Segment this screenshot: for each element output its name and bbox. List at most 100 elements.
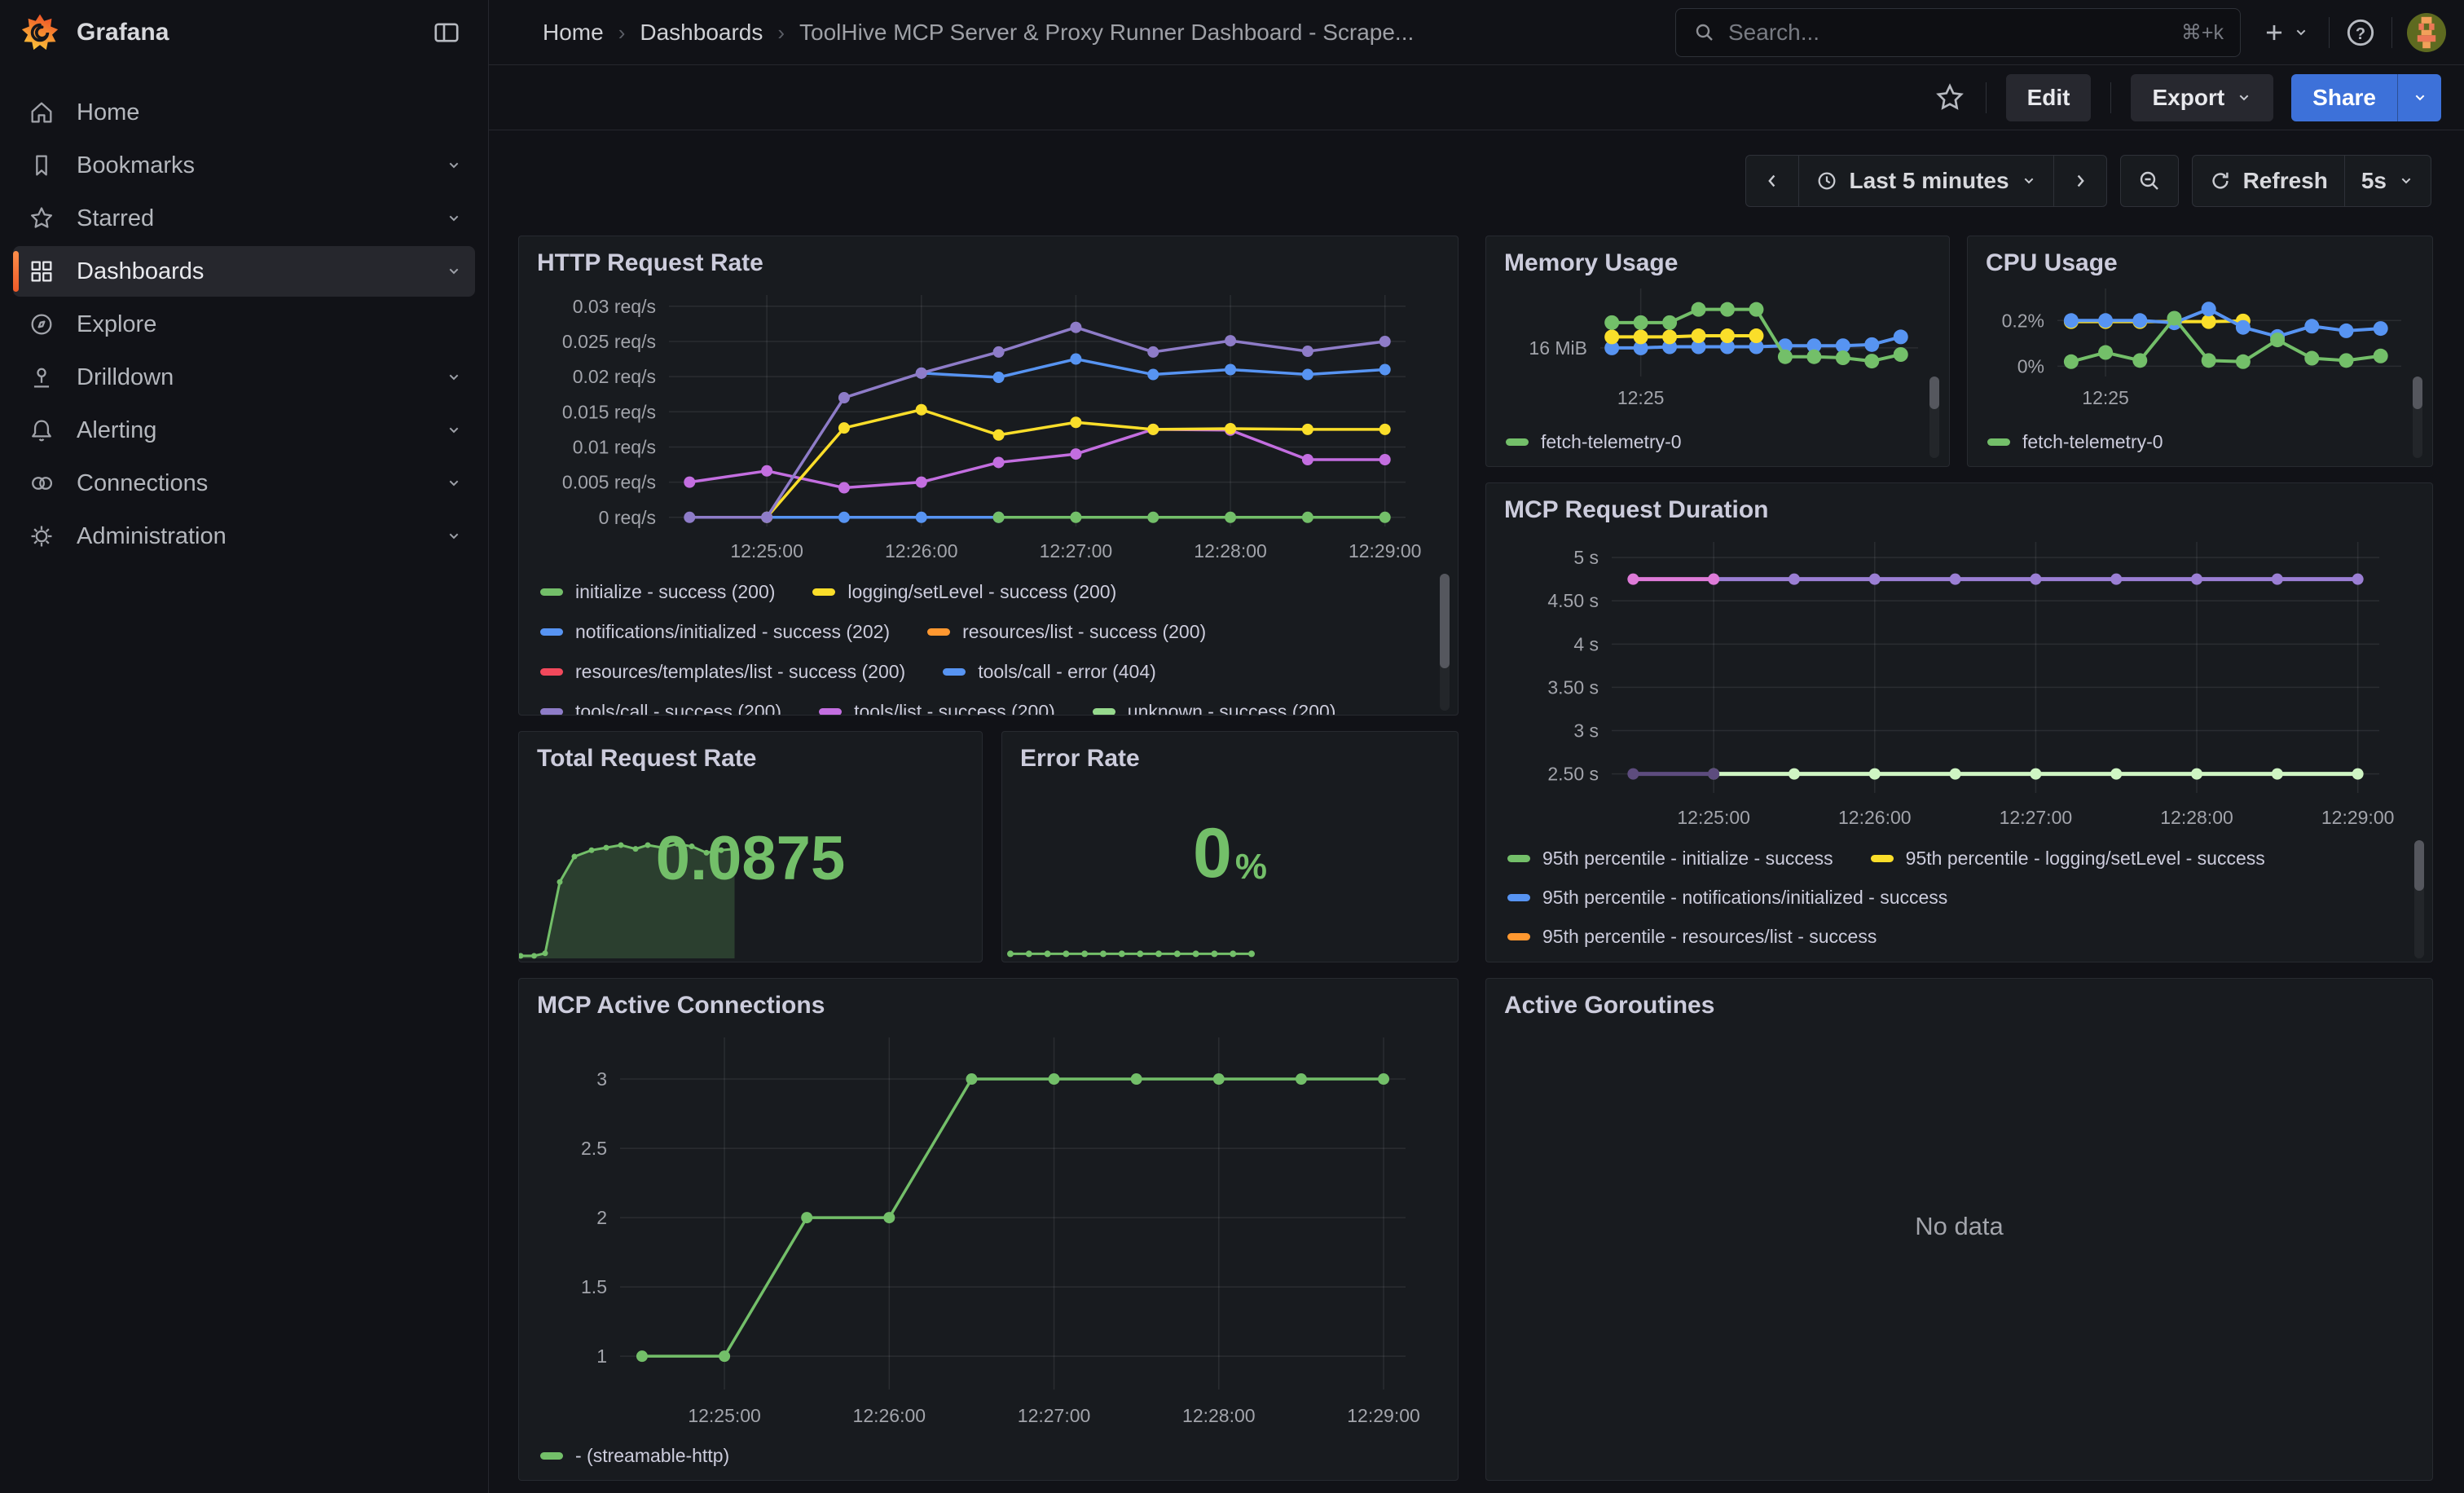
search-box[interactable]: ⌘+k	[1675, 8, 2241, 57]
legend-item[interactable]: 95th percentile - logging/setLevel - suc…	[1871, 848, 2265, 870]
legend-item[interactable]: fetch-telemetry-0	[1506, 431, 1682, 453]
legend-item[interactable]: - (streamable-http)	[540, 1445, 729, 1467]
scrollbar-thumb[interactable]	[2414, 840, 2424, 891]
panel-title[interactable]: Memory Usage	[1504, 249, 1678, 277]
scrollbar-thumb[interactable]	[2413, 377, 2422, 409]
legend-item[interactable]: tools/list - success (200)	[819, 701, 1055, 715]
legend-item[interactable]: logging/setLevel - success (200)	[812, 581, 1116, 603]
panel-title[interactable]: MCP Request Duration	[1504, 496, 1768, 524]
legend-label: 95th percentile - resources/list - succe…	[1542, 926, 1877, 948]
legend-label: - (streamable-http)	[575, 1445, 729, 1467]
help-icon: ?	[2344, 16, 2377, 49]
legend-item[interactable]: 95th percentile - resources/list - succe…	[1507, 926, 1877, 948]
legend-scrollbar[interactable]	[1929, 377, 1939, 458]
legend-swatch	[540, 1452, 563, 1460]
export-button[interactable]: Export	[2131, 74, 2273, 121]
legend-item[interactable]: resources/templates/list - success (200)	[540, 661, 905, 683]
sidebar-item-connections[interactable]: Connections	[13, 458, 475, 509]
sidebar-item-administration[interactable]: Administration	[13, 511, 475, 562]
legend-label: fetch-telemetry-0	[1541, 431, 1682, 453]
mcp-active-connections-chart: 11.522.5312:25:0012:26:0012:27:0012:28:0…	[530, 1026, 1435, 1432]
legend-item[interactable]: initialize - success (200)	[540, 581, 775, 603]
legend: initialize - success (200) logging/setLev…	[540, 572, 1430, 715]
add-new-button[interactable]	[2255, 14, 2314, 51]
breadcrumb: Home › Dashboards › ToolHive MCP Server …	[543, 0, 1414, 65]
panel-memory-usage: Memory Usage 16 MiB12:25 fetch-telemetry…	[1485, 236, 1950, 467]
breadcrumb-dashboards[interactable]: Dashboards	[640, 20, 763, 46]
svg-text:5 s: 5 s	[1573, 547, 1599, 568]
panel-mcp-request-duration: MCP Request Duration 5 s4.50 s4 s3.50 s3…	[1485, 482, 2433, 962]
legend-item[interactable]: tools/call - error (404)	[943, 661, 1156, 683]
refresh-interval-picker[interactable]: 5s	[2344, 156, 2431, 206]
sidebar-item-dashboards[interactable]: Dashboards	[13, 246, 475, 297]
legend-label: logging/setLevel - success (200)	[847, 581, 1116, 603]
sidebar-item-explore[interactable]: Explore	[13, 299, 475, 350]
sidebar-item-drilldown[interactable]: Drilldown	[13, 352, 475, 403]
sidebar-item-label: Administration	[77, 523, 227, 550]
refresh-button[interactable]: Refresh	[2193, 156, 2344, 206]
home-icon	[26, 97, 57, 128]
legend-label: 95th percentile - notifications/initiali…	[1542, 887, 1947, 909]
panel-title[interactable]: MCP Active Connections	[537, 992, 825, 1020]
brand-row: Grafana	[0, 0, 488, 65]
svg-text:12:28:00: 12:28:00	[1182, 1405, 1256, 1426]
user-avatar[interactable]	[2407, 13, 2446, 52]
edit-button-label: Edit	[2027, 85, 2070, 111]
legend-item[interactable]: notifications/initialized - success (202…	[540, 621, 890, 643]
sidebar-item-alerting[interactable]: Alerting	[13, 405, 475, 456]
panel-mcp-active-connections: MCP Active Connections 11.522.5312:25:00…	[518, 978, 1459, 1481]
legend-scrollbar[interactable]	[1440, 574, 1450, 711]
svg-text:3.50 s: 3.50 s	[1547, 676, 1599, 698]
search-input[interactable]	[1728, 20, 2170, 46]
grafana-logo-icon[interactable]	[21, 14, 59, 51]
refresh-interval-label: 5s	[2361, 168, 2387, 194]
help-button[interactable]: ?	[2344, 16, 2377, 49]
scrollbar-thumb[interactable]	[1929, 377, 1939, 409]
share-menu-button[interactable]	[2397, 74, 2441, 121]
legend-label: fetch-telemetry-0	[2022, 431, 2163, 453]
panel-title[interactable]: CPU Usage	[1986, 249, 2118, 277]
refresh-label: Refresh	[2243, 168, 2328, 194]
sidebar-item-starred[interactable]: Starred	[13, 193, 475, 244]
svg-text:12:27:00: 12:27:00	[1040, 540, 1113, 562]
svg-text:4 s: 4 s	[1573, 633, 1599, 654]
legend-item[interactable]: fetch-telemetry-0	[1987, 431, 2163, 453]
time-shift-back-button[interactable]	[1746, 156, 1798, 206]
svg-text:4.50 s: 4.50 s	[1547, 590, 1599, 611]
breadcrumb-home[interactable]: Home	[543, 20, 604, 46]
time-range-picker[interactable]: Last 5 minutes	[1798, 156, 2053, 206]
http-request-rate-chart: 0 req/s0.005 req/s0.01 req/s0.015 req/s0…	[530, 284, 1435, 567]
legend-scrollbar[interactable]	[2413, 377, 2422, 458]
sidebar-item-label: Dashboards	[77, 258, 204, 285]
panel-title[interactable]: Total Request Rate	[537, 745, 757, 773]
edit-button[interactable]: Edit	[2006, 74, 2092, 121]
time-shift-forward-button[interactable]	[2053, 156, 2106, 206]
legend-item[interactable]: 95th percentile - initialize - success	[1507, 848, 1833, 870]
zoom-out-button[interactable]	[2121, 156, 2178, 206]
legend-item[interactable]: 95th percentile - notifications/initiali…	[1507, 887, 1947, 909]
legend-label: resources/list - success (200)	[962, 621, 1206, 643]
sidebar-item-label: Connections	[77, 470, 208, 497]
favorite-star-button[interactable]	[1934, 81, 1966, 114]
legend-item[interactable]: tools/call - success (200)	[540, 701, 781, 715]
legend-swatch	[1871, 855, 1894, 862]
share-button[interactable]: Share	[2291, 74, 2397, 121]
panel-title[interactable]: Active Goroutines	[1504, 992, 1714, 1020]
legend-row: - (streamable-http)	[540, 1441, 1430, 1470]
svg-text:12:29:00: 12:29:00	[1349, 540, 1422, 562]
dock-sidebar-button[interactable]	[426, 12, 467, 53]
sidebar-item-home[interactable]: Home	[13, 87, 475, 138]
legend-item[interactable]: unknown - success (200)	[1093, 701, 1336, 715]
panel-title[interactable]: Error Rate	[1020, 745, 1140, 773]
legend-row: tools/call - success (200) tools/list - s…	[540, 692, 1430, 715]
legend-scrollbar[interactable]	[2414, 840, 2424, 958]
legend-swatch	[819, 708, 842, 715]
divider	[2329, 17, 2330, 48]
scrollbar-thumb[interactable]	[1440, 574, 1450, 668]
legend-item[interactable]: resources/list - success (200)	[927, 621, 1206, 643]
svg-text:12:28:00: 12:28:00	[2160, 807, 2233, 828]
sidebar-item-bookmarks[interactable]: Bookmarks	[13, 140, 475, 191]
sidebar-toggle-icon	[432, 18, 461, 47]
panel-title[interactable]: HTTP Request Rate	[537, 249, 763, 277]
svg-text:12:25:00: 12:25:00	[1677, 807, 1750, 828]
